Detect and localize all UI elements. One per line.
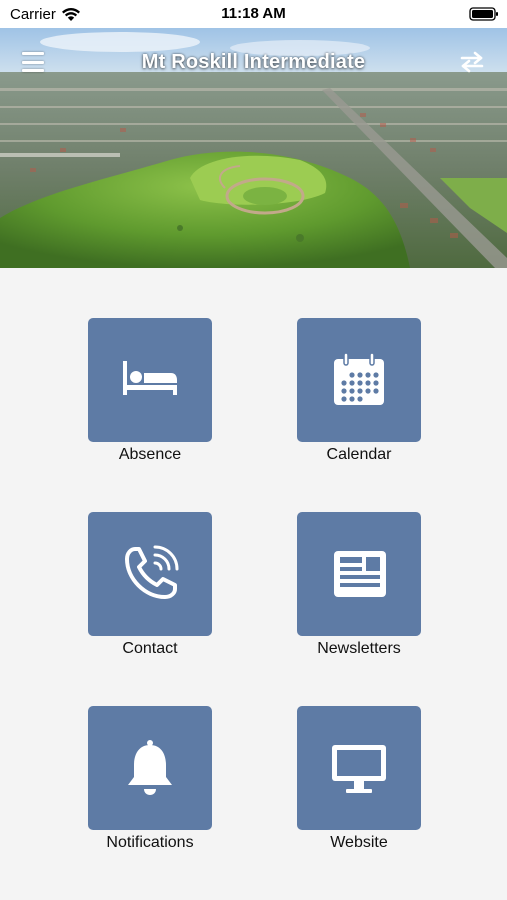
calendar-label: Calendar: [326, 446, 392, 463]
newsletters-tile-box[interactable]: [297, 512, 421, 636]
website-label: Website: [330, 834, 388, 851]
calendar-tile-box[interactable]: [297, 318, 421, 442]
phone-icon: [125, 545, 179, 599]
swap-arrows-icon: [460, 51, 484, 73]
absence-tile-box[interactable]: [88, 318, 212, 442]
tile-grid: Absence Calendar Contact Newsletters Not…: [0, 268, 507, 900]
absence-tile[interactable]: Absence: [88, 318, 212, 464]
notifications-tile-box[interactable]: [88, 706, 212, 830]
calendar-tile[interactable]: Calendar: [297, 318, 421, 464]
newspaper-icon: [334, 551, 386, 597]
notifications-tile[interactable]: Notifications: [88, 706, 212, 852]
contact-tile[interactable]: Contact: [88, 512, 212, 658]
newsletters-label: Newsletters: [317, 640, 401, 657]
bed-icon: [123, 361, 177, 395]
status-time: 11:18 AM: [221, 5, 286, 22]
contact-label: Contact: [122, 640, 178, 657]
status-bar: Carrier 11:18 AM: [0, 0, 507, 28]
switch-school-button[interactable]: [459, 50, 485, 74]
newsletters-tile[interactable]: Newsletters: [297, 512, 421, 658]
contact-tile-box[interactable]: [88, 512, 212, 636]
header-banner: Mt Roskill Intermediate: [0, 28, 507, 268]
battery-icon: [469, 7, 498, 21]
monitor-icon: [332, 745, 386, 793]
website-tile[interactable]: Website: [297, 706, 421, 852]
calendar-icon: [334, 352, 384, 405]
notifications-label: Notifications: [106, 834, 194, 851]
website-tile-box[interactable]: [297, 706, 421, 830]
page-title: Mt Roskill Intermediate: [141, 51, 366, 73]
absence-label: Absence: [118, 446, 182, 463]
bell-icon: [128, 740, 172, 795]
